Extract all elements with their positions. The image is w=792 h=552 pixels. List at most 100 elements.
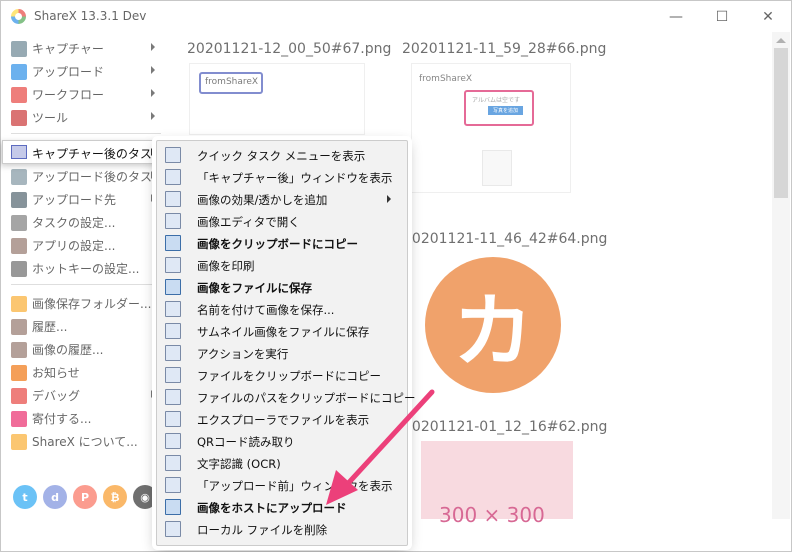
github-icon[interactable]: ◉ — [133, 485, 157, 509]
main-menu-sidebar: キャプチャーアップロードワークフローツールキャプチャー後のタスクアップロード後の… — [3, 37, 164, 517]
menu-item[interactable]: アクションを実行 — [159, 342, 405, 364]
sidebar-item[interactable]: 画像の履歴... — [3, 338, 163, 361]
sidebar-item-label: アプリの設定... — [32, 239, 116, 253]
sidebar-item-label: 画像保存フォルダー... — [32, 297, 152, 311]
sidebar-item[interactable]: ホットキーの設定... — [3, 257, 163, 280]
twitter-icon[interactable]: t — [13, 485, 37, 509]
sidebar-item[interactable]: ShareX について... — [3, 430, 163, 453]
chevron-right-icon — [151, 112, 155, 120]
sidebar-item-label: ホットキーの設定... — [32, 262, 140, 276]
menu-item-label: 画像を印刷 — [197, 259, 255, 273]
sidebar-item[interactable]: タスクの設定... — [3, 211, 163, 234]
sidebar-item[interactable]: ワークフロー — [3, 83, 163, 106]
menu-item[interactable]: 画像を印刷 — [159, 254, 405, 276]
after-capture-tasks-menu: クイック タスク メニューを表示「キャプチャー後」ウィンドウを表示 画像の効果/透… — [156, 140, 416, 546]
sidebar-item-label: 寄付する... — [32, 412, 92, 426]
sidebar-item-label: 履歴... — [32, 320, 68, 334]
sidebar-item[interactable]: アップロード — [3, 60, 163, 83]
heart-icon — [11, 410, 27, 427]
menu-item-label: 画像の効果/透かしを追加 — [197, 193, 328, 207]
menu-item[interactable]: 画像エディタで開く — [159, 210, 405, 232]
menu-item-icon — [165, 169, 181, 185]
menu-item[interactable]: 画像をファイルに保存 — [159, 276, 405, 298]
sidebar-separator — [11, 284, 161, 285]
thumbnail-label: 20201121-11_46_42#64.png — [403, 231, 608, 247]
sidebar-item[interactable]: デバッグ — [3, 384, 163, 407]
menu-item-label: 「アップロード前」ウィンドウを表示 — [197, 479, 393, 493]
menu-item-icon — [165, 323, 181, 339]
chevron-right-icon — [151, 148, 155, 156]
menu-item-label: ファイルのパスをクリップボードにコピー — [197, 391, 416, 405]
close-button[interactable]: ✕ — [745, 1, 791, 32]
title-bar: ShareX 13.3.1 Dev — ☐ ✕ — [1, 1, 791, 32]
sidebar-item-label: タスクの設定... — [32, 216, 116, 230]
sidebar-item-label: 画像の履歴... — [32, 343, 104, 357]
sidebar-item-label: ShareX について... — [32, 435, 138, 449]
menu-item[interactable]: エクスプローラでファイルを表示 — [159, 408, 405, 430]
chevron-right-icon — [151, 171, 155, 179]
discord-icon[interactable]: d — [43, 485, 67, 509]
sidebar-item-after-capture-tasks-active[interactable]: キャプチャー後のタスク — [2, 140, 164, 164]
menu-item[interactable]: 名前を付けて画像を保存... — [159, 298, 405, 320]
sidebar-separator — [11, 133, 161, 134]
sidebar-item[interactable]: 画像保存フォルダー... — [3, 292, 163, 315]
menu-item[interactable]: 画像をクリップボードにコピー — [159, 232, 405, 254]
menu-item-label: 画像エディタで開く — [197, 215, 300, 229]
thumb-text-ka: カ — [453, 285, 533, 378]
thumbnail-66[interactable]: fromShareX アルバムは空です 写真を追加 — [411, 63, 571, 193]
bitcoin-icon[interactable]: ₿ — [103, 485, 127, 509]
chevron-right-icon — [387, 195, 391, 203]
chevron-right-icon — [151, 194, 155, 202]
menu-item[interactable]: QRコード読み取り — [159, 430, 405, 452]
thumbnail-62[interactable]: 300 × 300 — [421, 441, 573, 527]
menu-item-label: ローカル ファイルを削除 — [197, 523, 328, 537]
menu-item-icon — [165, 433, 181, 449]
sidebar-item[interactable]: キャプチャー — [3, 37, 163, 60]
image-history-icon — [11, 341, 27, 358]
menu-item[interactable]: ローカル ファイルを削除 — [159, 518, 405, 540]
sidebar-item[interactable]: ツール — [3, 106, 163, 129]
menu-item[interactable]: クイック タスク メニューを表示 — [159, 144, 405, 166]
after-upload-icon — [11, 168, 27, 185]
maximize-button[interactable]: ☐ — [699, 1, 745, 32]
thumbnail-64[interactable]: カ — [413, 251, 573, 399]
menu-item-label: 文字認識 (OCR) — [197, 457, 281, 471]
thumbnail-67[interactable]: fromShareX — [189, 63, 365, 135]
patreon-icon[interactable]: P — [73, 485, 97, 509]
history-icon — [11, 318, 27, 335]
menu-item[interactable]: ファイルをクリップボードにコピー — [159, 364, 405, 386]
menu-item[interactable]: 「キャプチャー後」ウィンドウを表示 — [159, 166, 405, 188]
menu-item-icon — [165, 477, 181, 493]
menu-item[interactable]: サムネイル画像をファイルに保存 — [159, 320, 405, 342]
menu-item-icon — [165, 301, 181, 317]
sidebar-item[interactable]: お知らせ — [3, 361, 163, 384]
menu-item[interactable]: 画像の効果/透かしを追加 — [159, 188, 405, 210]
sidebar-item[interactable]: アップロード後のタスク — [3, 165, 164, 188]
menu-item[interactable]: 文字認識 (OCR) — [159, 452, 405, 474]
thumbnail-label: 20201121-11_59_28#66.png — [402, 41, 607, 57]
workflow-icon — [11, 86, 27, 103]
thumb-device-shape — [482, 150, 512, 186]
sidebar-item-label: ツール — [32, 111, 69, 125]
sidebar-item[interactable]: アプリの設定... — [3, 234, 163, 257]
menu-item-label: 「キャプチャー後」ウィンドウを表示 — [197, 171, 393, 185]
scroll-up-icon[interactable] — [776, 38, 786, 43]
menu-item-label: アクションを実行 — [197, 347, 289, 361]
scroll-thumb[interactable] — [774, 48, 788, 198]
chevron-right-icon — [151, 390, 155, 398]
tools-icon — [11, 237, 27, 254]
thumbnail-label: 20201121-01_12_16#62.png — [403, 419, 608, 435]
menu-item-icon — [165, 191, 181, 207]
menu-item[interactable]: 「アップロード前」ウィンドウを表示 — [159, 474, 405, 496]
sidebar-item[interactable]: アップロード先 — [3, 188, 163, 211]
sidebar-item[interactable]: 履歴... — [3, 315, 163, 338]
menu-item-label: 画像をホストにアップロード — [197, 501, 347, 515]
menu-item[interactable]: ファイルのパスをクリップボードにコピー — [159, 386, 416, 408]
thumb-text-size: 300 × 300 — [439, 503, 545, 527]
minimize-button[interactable]: — — [653, 1, 699, 32]
sidebar-item[interactable]: 寄付する... — [3, 407, 163, 430]
after-capture-icon — [11, 145, 27, 159]
vertical-scrollbar[interactable] — [772, 32, 790, 519]
menu-item[interactable]: 画像をホストにアップロード — [159, 496, 405, 518]
menu-item-icon — [165, 367, 181, 383]
